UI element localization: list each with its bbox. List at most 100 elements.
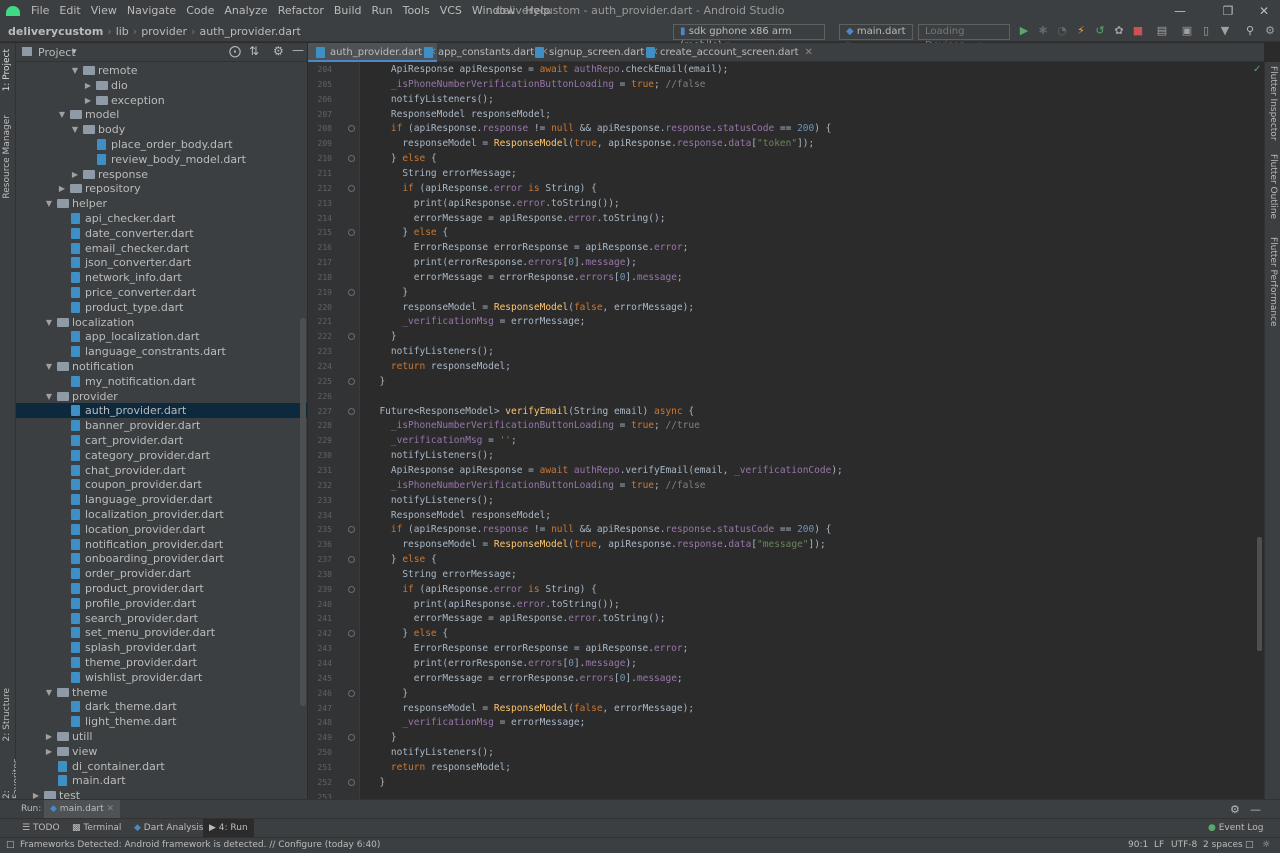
fold-marker-icon[interactable] [348,556,355,564]
tree-file[interactable]: profile_provider.dart [16,596,307,611]
code-line[interactable]: if (apiResponse.error is String) { [368,181,597,196]
tree-folder[interactable]: ▶ view [16,744,307,759]
hot-restart-icon[interactable]: ↺ [1094,25,1106,37]
tree-folder[interactable]: ▼ provider [16,389,307,404]
code-line[interactable]: responseModel = ResponseModel(false, err… [368,701,694,716]
avd-manager-icon[interactable]: ▯ [1200,25,1212,37]
close-tab-icon[interactable]: ✕ [805,47,813,58]
hide-run-icon[interactable]: — [1250,800,1261,819]
sdk-manager-icon[interactable]: ▼ [1219,25,1231,37]
code-line[interactable]: ApiResponse apiResponse = await authRepo… [368,463,843,478]
tree-file[interactable]: api_checker.dart [16,211,307,226]
fold-marker-icon[interactable] [348,585,355,593]
code-line[interactable]: } else { [368,225,448,240]
breadcrumb-project[interactable]: deliverycustom [4,25,107,38]
code-line[interactable]: responseModel = ResponseModel(false, err… [368,300,694,315]
indent-setting[interactable]: 2 spaces [1203,838,1243,853]
attach-debugger-icon[interactable]: ✿ [1113,25,1125,37]
tree-folder[interactable]: ▼ theme [16,685,307,700]
tree-file[interactable]: coupon_provider.dart [16,477,307,492]
code-line[interactable]: errorMessage = apiResponse.error.toStrin… [368,611,666,626]
code-line[interactable]: _verificationMsg = errorMessage; [368,715,585,730]
menu-refactor[interactable]: Refactor [273,0,329,22]
tree-file[interactable]: splash_provider.dart [16,640,307,655]
status-message[interactable]: Frameworks Detected: Android framework i… [20,838,380,853]
tree-file[interactable]: date_converter.dart [16,226,307,241]
code-line[interactable]: return responseModel; [368,760,511,775]
code-line[interactable]: Future<ResponseModel> verifyEmail(String… [368,404,694,419]
code-line[interactable]: print(errorResponse.errors[0].message); [368,255,637,270]
code-line[interactable]: ApiResponse apiResponse = await authRepo… [368,62,728,77]
collapse-arrow-icon[interactable]: ▼ [44,315,54,330]
flutter-inspector-toolwindow-button[interactable]: Flutter Inspector [1268,66,1278,141]
tree-file[interactable]: di_container.dart [16,759,307,774]
layout-inspector-icon[interactable]: ▣ [1181,25,1193,37]
code-line[interactable]: notifyListeners(); [368,448,494,463]
hide-panel-icon[interactable]: — [292,43,304,57]
tree-folder[interactable]: ▼ model [16,107,307,122]
collapse-all-icon[interactable]: ⇅ [249,44,259,58]
expand-arrow-icon[interactable]: ▶ [44,729,54,744]
tree-file[interactable]: language_constrants.dart [16,344,307,359]
code-line[interactable]: notifyListeners(); [368,344,494,359]
collapse-arrow-icon[interactable]: ▼ [44,685,54,700]
fold-marker-icon[interactable] [348,184,355,192]
code-line[interactable]: } [368,374,385,389]
code-line[interactable]: notifyListeners(); [368,745,494,760]
project-tree-scrollbar[interactable] [300,318,306,706]
fold-marker-icon[interactable] [348,377,355,385]
code-line[interactable]: ResponseModel responseModel; [368,107,551,122]
tree-file[interactable]: json_converter.dart [16,255,307,270]
tree-file[interactable]: app_localization.dart [16,329,307,344]
tree-folder[interactable]: ▶ utill [16,729,307,744]
project-toolwindow-button[interactable]: 1: Project [2,49,12,91]
code-line[interactable]: responseModel = ResponseModel(true, apiR… [368,136,814,151]
code-line[interactable]: } [368,329,397,344]
code-line[interactable]: } [368,730,397,745]
tree-folder[interactable]: ▶ test [16,788,307,799]
tree-file[interactable]: dark_theme.dart [16,699,307,714]
code-line[interactable]: notifyListeners(); [368,493,494,508]
code-line[interactable]: errorMessage = errorResponse.errors[0].m… [368,270,683,285]
code-line[interactable]: } [368,285,408,300]
code-line[interactable]: ErrorResponse errorResponse = apiRespons… [368,641,689,656]
tree-folder[interactable]: ▶ exception [16,93,307,108]
tree-folder[interactable]: ▼ notification [16,359,307,374]
fold-marker-icon[interactable] [348,155,355,163]
code-line[interactable]: print(apiResponse.error.toString()); [368,196,620,211]
code-line[interactable]: responseModel = ResponseModel(true, apiR… [368,537,825,552]
collapse-arrow-icon[interactable]: ▼ [44,359,54,374]
menu-window[interactable]: Window [467,0,520,22]
fold-marker-icon[interactable] [348,526,355,534]
menu-code[interactable]: Code [181,0,219,22]
tree-file[interactable]: set_menu_provider.dart [16,625,307,640]
code-line[interactable]: } [368,686,408,701]
resource-manager-toolwindow-button[interactable]: Resource Manager [2,115,12,199]
tree-folder[interactable]: ▶ dio [16,78,307,93]
menu-view[interactable]: View [86,0,122,22]
notifications-icon[interactable]: ☼ [1262,838,1270,853]
menu-navigate[interactable]: Navigate [122,0,181,22]
run-toolwindow-button[interactable]: ▶ 4: Run [203,819,254,838]
todo-toolwindow-button[interactable]: ☰ TODO [22,819,60,838]
tree-file[interactable]: light_theme.dart [16,714,307,729]
code-line[interactable]: String errorMessage; [368,166,516,181]
fold-marker-icon[interactable] [348,288,355,296]
code-line[interactable]: } else { [368,151,437,166]
code-line[interactable]: String errorMessage; [368,567,516,582]
line-separator[interactable]: LF [1154,838,1164,853]
fold-marker-icon[interactable] [348,229,355,237]
run-icon[interactable]: ▶ [1018,25,1030,37]
collapse-arrow-icon[interactable]: ▼ [44,196,54,211]
fold-marker-icon[interactable] [348,778,355,786]
tree-file[interactable]: localization_provider.dart [16,507,307,522]
code-line[interactable]: if (apiResponse.error is String) { [368,582,597,597]
run-settings-icon[interactable]: ⚙ [1230,800,1240,819]
code-line[interactable]: if (apiResponse.response != null && apiR… [368,121,832,136]
breadcrumb-lib[interactable]: lib [112,25,133,38]
code-line[interactable]: _isPhoneNumberVerificationButtonLoading … [368,478,706,493]
tree-file[interactable]: search_provider.dart [16,611,307,626]
menu-run[interactable]: Run [367,0,398,22]
collapse-arrow-icon[interactable]: ▼ [44,389,54,404]
fold-marker-icon[interactable] [348,734,355,742]
